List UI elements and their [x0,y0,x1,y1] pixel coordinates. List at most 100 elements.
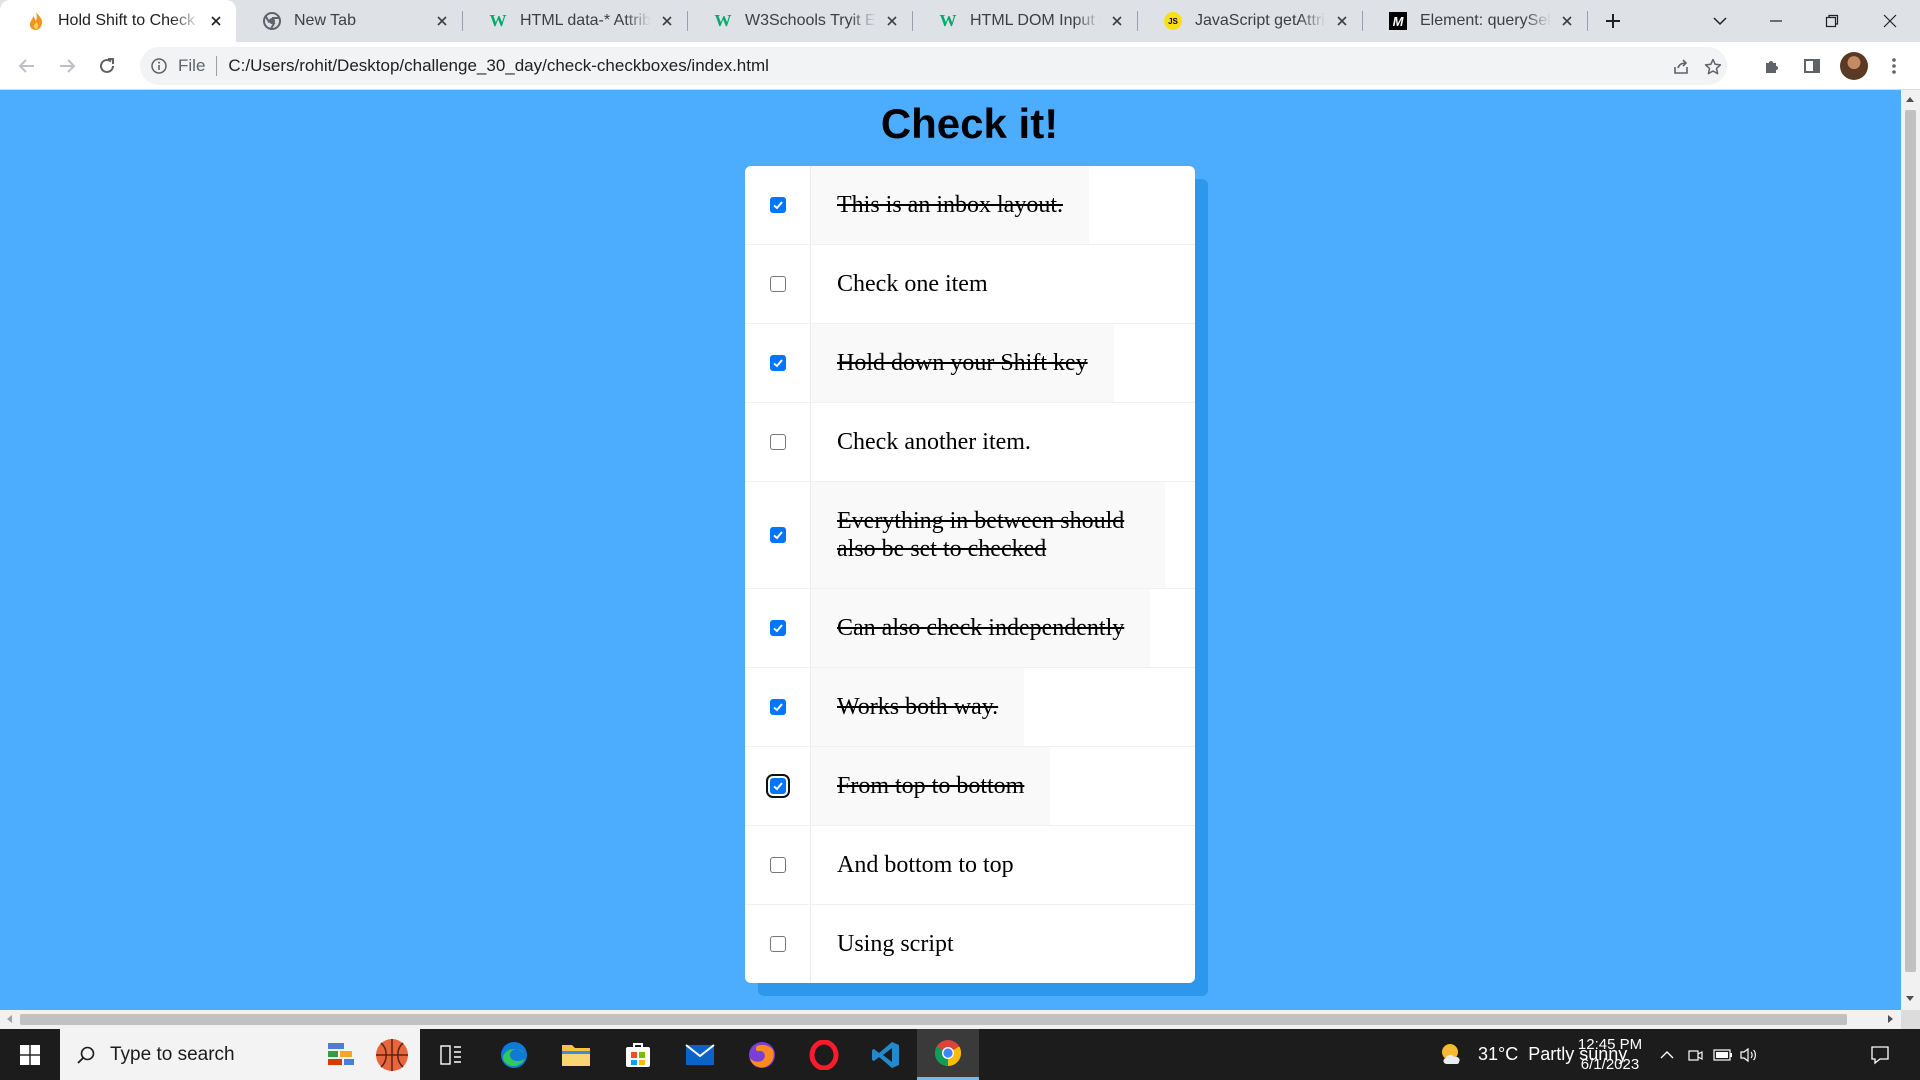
fire-favicon-icon [26,11,46,31]
arrow-left-icon [18,59,34,73]
new-tab-button[interactable] [1599,7,1627,35]
file-explorer-icon[interactable] [545,1029,607,1080]
close-tab-icon[interactable] [659,13,675,29]
close-tab-icon[interactable] [1559,13,1575,29]
meet-now-icon[interactable] [1682,1029,1708,1080]
tab-new-tab[interactable]: New Tab [236,0,462,42]
profile-avatar[interactable] [1840,52,1868,80]
js-favicon-icon: JS [1163,11,1183,31]
side-panel-icon [1804,59,1820,73]
item-checkbox[interactable] [769,936,786,952]
item-checkbox[interactable] [769,857,786,873]
inbox: This is an inbox layout. Check one item … [745,166,1195,983]
close-tab-icon[interactable] [1109,13,1125,29]
item-checkbox[interactable] [769,434,786,450]
vscode-icon[interactable] [855,1029,917,1080]
close-tab-icon[interactable] [884,13,900,29]
minimize-button[interactable] [1748,0,1804,42]
horizontal-scrollbar[interactable] [0,1010,1901,1029]
checkbox-cell [745,403,811,481]
item-label: Hold down your Shift key [811,324,1114,402]
reload-button[interactable] [92,51,122,81]
widgets-icon[interactable] [322,1029,372,1080]
notification-center-button[interactable] [1858,1029,1902,1080]
checkbox-cell [745,589,811,667]
close-window-button[interactable] [1860,0,1920,42]
item-checkbox[interactable] [769,620,786,636]
share-icon[interactable] [1670,56,1692,78]
horizontal-scroll-thumb[interactable] [20,1014,1847,1025]
basketball-icon[interactable] [370,1029,414,1080]
partly-sunny-icon [1442,1043,1460,1064]
vertical-scroll-thumb[interactable] [1905,110,1916,972]
checkbox-cell [745,482,811,588]
tab-element-queryselector[interactable]: M Element: querySelecto [1362,0,1587,42]
item-checkbox[interactable] [769,527,786,543]
item-label: And bottom to top [837,852,1014,878]
item-label: Everything in between should also be set… [811,482,1165,588]
tab-title: W3Schools Tryit Editor [745,12,876,29]
scroll-left-arrow-icon[interactable] [7,1015,12,1023]
info-icon[interactable] [150,57,168,75]
checkmark-icon [772,624,783,633]
forward-button[interactable] [52,51,82,81]
checkmark-icon [772,201,783,210]
side-panel-button[interactable] [1797,51,1827,81]
scroll-up-arrow-icon[interactable] [1906,97,1914,102]
page-title: Check it! [880,100,1059,147]
extensions-button[interactable] [1757,51,1787,81]
windows-taskbar: Type to search 31°C Partly sunny 12:45 P… [0,1029,1920,1080]
system-clock[interactable]: 12:45 PM 6/1/2023 [1560,1029,1660,1080]
scroll-right-arrow-icon[interactable] [1888,1015,1893,1023]
inbox-item: Hold down your Shift key [745,324,1195,403]
chrome-icon[interactable] [917,1029,979,1080]
volume-icon[interactable] [1736,1029,1760,1080]
tab-html-dom-input[interactable]: W HTML DOM Input Che [912,0,1137,42]
tab-w3schools-tryit[interactable]: W W3Schools Tryit Editor [687,0,912,42]
arrow-right-icon [60,59,76,73]
mail-icon[interactable] [669,1029,731,1080]
tab-title: HTML data-* Attribute [520,12,651,29]
task-view-icon[interactable] [420,1029,482,1080]
weather-temperature: 31°C [1478,1044,1519,1064]
restore-button[interactable] [1804,0,1860,42]
search-icon [77,1046,95,1064]
checkmark-icon [772,703,783,712]
notification-icon [1871,1045,1889,1064]
close-icon [1883,14,1897,28]
edge-icon[interactable] [483,1029,545,1080]
tab-search-button[interactable] [1692,0,1748,42]
tab-html-data-attribute[interactable]: W HTML data-* Attribute [462,0,687,42]
bookmark-star-icon[interactable] [1702,56,1724,78]
address-bar[interactable]: File C:/Users/rohit/Desktop/challenge_30… [140,47,1727,85]
store-icon[interactable] [607,1029,669,1080]
url-text[interactable]: C:/Users/rohit/Desktop/challenge_30_day/… [228,56,769,76]
tab-js-getattribute[interactable]: JS JavaScript getAttribut [1137,0,1362,42]
chrome-favicon-icon [262,11,282,31]
tab-title: New Tab [294,12,356,29]
item-label: Check one item [837,271,988,297]
item-checkbox[interactable] [769,197,786,213]
item-checkbox[interactable] [769,355,786,371]
firefox-icon[interactable] [731,1029,793,1080]
start-button[interactable] [0,1029,60,1080]
inbox-item: This is an inbox layout. [745,166,1195,245]
clock-time: 12:45 PM [1577,1035,1643,1053]
close-tab-icon[interactable] [434,13,450,29]
scroll-down-arrow-icon[interactable] [1906,996,1914,1001]
item-checkbox[interactable] [769,276,786,292]
omnibox-divider [216,56,218,76]
back-button[interactable] [12,51,42,81]
browser-menu-button[interactable] [1879,51,1909,81]
item-checkbox[interactable] [765,774,790,798]
battery-icon[interactable] [1710,1029,1736,1080]
page-viewport: Check it! This is an inbox layout. Check… [0,90,1901,1010]
restore-icon [1825,14,1839,28]
vertical-scrollbar[interactable] [1901,90,1920,1010]
close-tab-icon[interactable] [1334,13,1350,29]
tab-hold-shift[interactable]: Hold Shift to Check M [0,0,236,42]
opera-icon[interactable] [793,1029,855,1080]
close-tab-icon[interactable] [208,13,224,29]
item-checkbox[interactable] [769,699,786,715]
kebab-menu-icon [1892,58,1896,74]
